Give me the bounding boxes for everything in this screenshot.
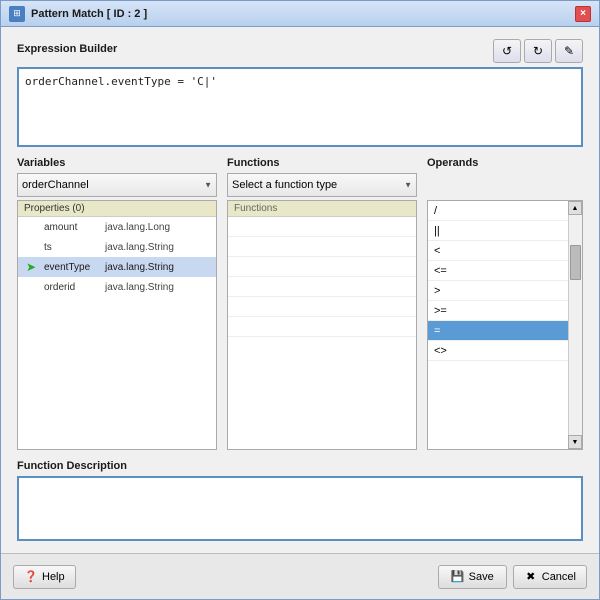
prop-icon-ts bbox=[24, 240, 38, 254]
function-description-section: Function Description bbox=[17, 460, 583, 541]
function-description-box bbox=[17, 476, 583, 541]
func-row-6 bbox=[228, 317, 416, 337]
help-icon: ❓ bbox=[24, 570, 38, 584]
cancel-label: Cancel bbox=[542, 571, 576, 583]
operand-lte[interactable]: <= bbox=[428, 261, 582, 281]
prop-row-empty1 bbox=[18, 297, 216, 317]
prop-icon-amount bbox=[24, 220, 38, 234]
cancel-button[interactable]: ✖ Cancel bbox=[513, 565, 587, 589]
expression-header: Expression Builder ↺ ↻ ✎ bbox=[17, 39, 583, 63]
prop-row-amount[interactable]: amount java.lang.Long bbox=[18, 217, 216, 237]
refresh-button[interactable]: ↻ bbox=[524, 39, 552, 63]
prop-type-eventtype: java.lang.String bbox=[105, 262, 174, 273]
footer-left: ❓ Help bbox=[13, 565, 76, 589]
dialog-icon: ⊞ bbox=[9, 6, 25, 22]
prop-row-orderid[interactable]: orderid java.lang.String bbox=[18, 277, 216, 297]
variables-dropdown[interactable]: orderChannel bbox=[17, 173, 217, 197]
operand-or[interactable]: || bbox=[428, 221, 582, 241]
functions-column: Functions Select a function type Functio… bbox=[227, 157, 417, 450]
dialog-title: Pattern Match [ ID : 2 ] bbox=[31, 8, 147, 20]
variables-label: Variables bbox=[17, 157, 217, 169]
function-description-label: Function Description bbox=[17, 460, 583, 472]
variables-select-wrapper: orderChannel bbox=[17, 173, 217, 197]
operand-eq[interactable]: = bbox=[428, 321, 582, 341]
expression-section: Expression Builder ↺ ↻ ✎ orderChannel.ev… bbox=[17, 39, 583, 147]
operands-scroll-down[interactable]: ▼ bbox=[568, 435, 582, 449]
prop-row-eventtype[interactable]: ➤ eventType java.lang.String bbox=[18, 257, 216, 277]
expression-label: Expression Builder bbox=[17, 43, 117, 55]
properties-box: Properties (0) amount java.lang.Long ts … bbox=[17, 200, 217, 450]
functions-select-wrapper: Select a function type bbox=[227, 173, 417, 197]
title-bar-left: ⊞ Pattern Match [ ID : 2 ] bbox=[9, 6, 147, 22]
prop-icon-orderid bbox=[24, 280, 38, 294]
operands-list: / || < <= > >= = <> ▲ ▼ bbox=[427, 200, 583, 450]
functions-label: Functions bbox=[227, 157, 417, 169]
prop-name-eventtype: eventType bbox=[44, 262, 99, 273]
footer-right: 💾 Save ✖ Cancel bbox=[438, 565, 587, 589]
prop-name-amount: amount bbox=[44, 222, 99, 233]
prop-name-orderid: orderid bbox=[44, 282, 99, 293]
prop-type-orderid: java.lang.String bbox=[105, 282, 174, 293]
save-button[interactable]: 💾 Save bbox=[438, 565, 507, 589]
func-row-3 bbox=[228, 257, 416, 277]
three-columns: Variables orderChannel Properties (0) am… bbox=[17, 157, 583, 450]
title-bar: ⊞ Pattern Match [ ID : 2 ] × bbox=[1, 1, 599, 27]
reload-icon: ↺ bbox=[502, 44, 512, 58]
edit-icon: ✎ bbox=[564, 44, 574, 58]
func-row-5 bbox=[228, 297, 416, 317]
operands-label: Operands bbox=[427, 157, 583, 169]
dialog-body: Expression Builder ↺ ↻ ✎ orderChannel.ev… bbox=[1, 27, 599, 553]
operands-scroll-up[interactable]: ▲ bbox=[568, 201, 582, 215]
save-icon: 💾 bbox=[451, 570, 465, 584]
prop-icon-eventtype: ➤ bbox=[24, 260, 38, 274]
reload-button[interactable]: ↺ bbox=[493, 39, 521, 63]
functions-list: Functions bbox=[227, 200, 417, 450]
functions-dropdown[interactable]: Select a function type bbox=[227, 173, 417, 197]
save-label: Save bbox=[469, 571, 494, 583]
dialog: ⊞ Pattern Match [ ID : 2 ] × Expression … bbox=[0, 0, 600, 600]
prop-type-ts: java.lang.String bbox=[105, 242, 174, 253]
func-row-1 bbox=[228, 217, 416, 237]
operands-column: Operands / || < <= > >= = <> ▲ ▼ bbox=[427, 157, 583, 450]
operand-neq[interactable]: <> bbox=[428, 341, 582, 361]
help-label: Help bbox=[42, 571, 65, 583]
cancel-icon: ✖ bbox=[524, 570, 538, 584]
properties-header: Properties (0) bbox=[18, 201, 216, 217]
operand-lt[interactable]: < bbox=[428, 241, 582, 261]
functions-list-header: Functions bbox=[228, 201, 416, 217]
edit-button[interactable]: ✎ bbox=[555, 39, 583, 63]
func-row-2 bbox=[228, 237, 416, 257]
help-button[interactable]: ❓ Help bbox=[13, 565, 76, 589]
prop-type-amount: java.lang.Long bbox=[105, 222, 170, 233]
operand-gt[interactable]: > bbox=[428, 281, 582, 301]
refresh-icon: ↻ bbox=[533, 44, 543, 58]
toolbar-buttons: ↺ ↻ ✎ bbox=[493, 39, 583, 63]
prop-row-empty2 bbox=[18, 317, 216, 337]
operand-gte[interactable]: >= bbox=[428, 301, 582, 321]
func-row-4 bbox=[228, 277, 416, 297]
prop-row-ts[interactable]: ts java.lang.String bbox=[18, 237, 216, 257]
expression-input[interactable]: orderChannel.eventType = 'C|' bbox=[17, 67, 583, 147]
footer: ❓ Help 💾 Save ✖ Cancel bbox=[1, 553, 599, 599]
close-button[interactable]: × bbox=[575, 6, 591, 22]
prop-name-ts: ts bbox=[44, 242, 99, 253]
operand-slash[interactable]: / bbox=[428, 201, 582, 221]
variables-column: Variables orderChannel Properties (0) am… bbox=[17, 157, 217, 450]
